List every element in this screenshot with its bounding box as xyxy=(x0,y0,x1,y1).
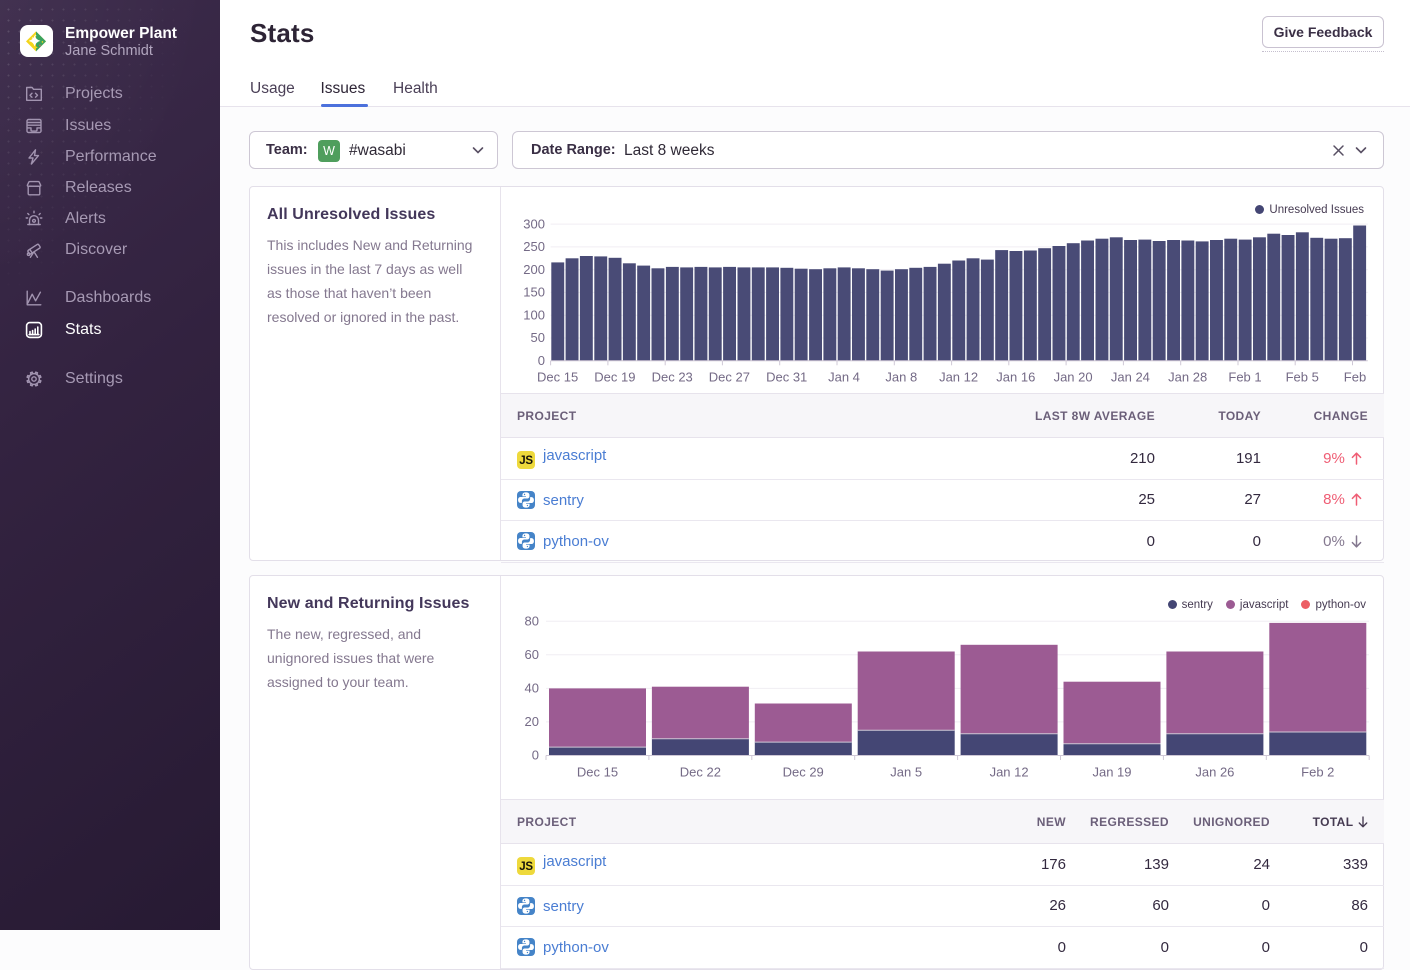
svg-text:Dec 23: Dec 23 xyxy=(652,370,693,385)
svg-text:40: 40 xyxy=(525,681,539,696)
svg-text:Dec 27: Dec 27 xyxy=(709,370,750,385)
svg-text:Dec 29: Dec 29 xyxy=(783,765,824,780)
svg-text:Jan 19: Jan 19 xyxy=(1092,765,1131,780)
svg-text:Feb 2: Feb 2 xyxy=(1301,765,1334,780)
svg-text:Feb 1: Feb 1 xyxy=(1228,370,1261,385)
svg-text:Jan 28: Jan 28 xyxy=(1168,370,1207,385)
svg-text:Feb: Feb xyxy=(1344,370,1366,385)
svg-text:Dec 22: Dec 22 xyxy=(680,765,721,780)
svg-text:Jan 8: Jan 8 xyxy=(885,370,917,385)
svg-text:Dec 19: Dec 19 xyxy=(594,370,635,385)
svg-text:0: 0 xyxy=(538,353,545,368)
svg-text:Jan 16: Jan 16 xyxy=(996,370,1035,385)
svg-text:Jan 12: Jan 12 xyxy=(990,765,1029,780)
svg-text:0: 0 xyxy=(532,748,539,763)
svg-text:200: 200 xyxy=(523,262,545,277)
svg-text:80: 80 xyxy=(525,614,539,629)
svg-text:Dec 15: Dec 15 xyxy=(537,370,578,385)
svg-text:100: 100 xyxy=(523,307,545,322)
svg-text:Jan 24: Jan 24 xyxy=(1111,370,1150,385)
svg-text:Jan 26: Jan 26 xyxy=(1195,765,1234,780)
svg-text:Jan 4: Jan 4 xyxy=(828,370,860,385)
svg-text:150: 150 xyxy=(523,285,545,300)
svg-text:Dec 15: Dec 15 xyxy=(577,765,618,780)
svg-text:60: 60 xyxy=(525,647,539,662)
svg-text:Feb 5: Feb 5 xyxy=(1286,370,1319,385)
svg-text:20: 20 xyxy=(525,714,539,729)
svg-text:250: 250 xyxy=(523,239,545,254)
svg-text:300: 300 xyxy=(523,216,545,231)
svg-text:Jan 5: Jan 5 xyxy=(890,765,922,780)
svg-text:Jan 20: Jan 20 xyxy=(1054,370,1093,385)
svg-text:Jan 12: Jan 12 xyxy=(939,370,978,385)
svg-text:Dec 31: Dec 31 xyxy=(766,370,807,385)
svg-text:50: 50 xyxy=(531,330,545,345)
